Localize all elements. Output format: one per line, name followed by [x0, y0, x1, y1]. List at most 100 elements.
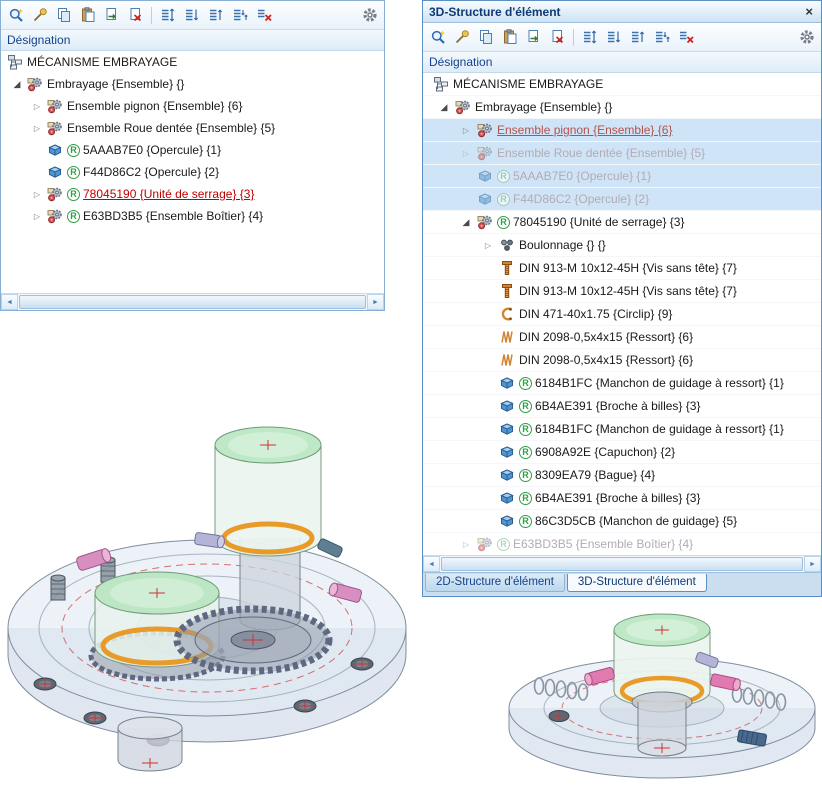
page-arrow-button[interactable] — [100, 4, 123, 27]
released-badge-icon: R — [67, 166, 80, 179]
tree-item[interactable]: ◢Embrayage {Ensemble} {} — [1, 73, 384, 95]
tree-item[interactable]: DIN 2098-0,5x4x15 {Ressort} {6} — [423, 326, 821, 349]
scrollbar-thumb[interactable] — [441, 557, 803, 571]
sort-down-button[interactable] — [602, 26, 625, 49]
scroll-right-button[interactable]: ► — [367, 294, 384, 310]
collapse-arrow-icon[interactable]: ◢ — [7, 79, 27, 90]
tree-item[interactable]: DIN 2098-0,5x4x15 {Ressort} {6} — [423, 349, 821, 372]
sort-all-button[interactable] — [156, 4, 179, 27]
tree-item[interactable]: R6184B1FC {Manchon de guidage à ressort}… — [423, 418, 821, 441]
filter-remove-button[interactable] — [252, 4, 275, 27]
search-button[interactable] — [426, 26, 449, 49]
sort-down-icon — [184, 7, 200, 23]
copy-button[interactable] — [474, 26, 497, 49]
sort-up-button[interactable] — [626, 26, 649, 49]
settings-gear-button[interactable] — [358, 4, 381, 27]
tree-item[interactable]: ▷R78045190 {Unité de serrage} {3} — [1, 183, 384, 205]
tree-item[interactable]: DIN 913-M 10x12-45H {Vis sans tête} {7} — [423, 280, 821, 303]
settings-gear-button[interactable] — [795, 26, 818, 49]
part-icon — [499, 375, 516, 391]
tab-2d-structure[interactable]: 2D-Structure d'élément — [425, 574, 565, 592]
page-arrow-button[interactable] — [522, 26, 545, 49]
collapse-arrow-icon[interactable]: ◢ — [455, 217, 477, 228]
pin-button[interactable] — [450, 26, 473, 49]
paste-button[interactable] — [498, 26, 521, 49]
collapse-arrow-icon[interactable]: ◢ — [433, 102, 455, 113]
tree-item-label: 6908A92E {Capuchon} {2} — [535, 445, 675, 459]
tree-item[interactable]: ▷RE63BD3B5 {Ensemble Boîtier} {4} — [423, 533, 821, 555]
tree-item[interactable]: DIN 913-M 10x12-45H {Vis sans tête} {7} — [423, 257, 821, 280]
sort-updown-button[interactable] — [228, 4, 251, 27]
clamping-unit-render — [497, 598, 822, 783]
scrollbar-track[interactable] — [440, 556, 804, 572]
filter-remove-button[interactable] — [674, 26, 697, 49]
pin-button[interactable] — [28, 4, 51, 27]
expand-arrow-icon[interactable]: ▷ — [455, 540, 477, 549]
expand-arrow-icon[interactable]: ▷ — [27, 190, 47, 199]
tree-item[interactable]: ▷Ensemble Roue dentée {Ensemble} {5} — [423, 142, 821, 165]
expand-arrow-icon[interactable]: ▷ — [27, 212, 47, 221]
expand-arrow-icon[interactable]: ▷ — [455, 149, 477, 158]
released-badge-icon: R — [497, 193, 510, 206]
tree-item[interactable]: R5AAAB7E0 {Opercule} {1} — [1, 139, 384, 161]
copy-icon — [478, 29, 494, 45]
tree-item[interactable]: RF44D86C2 {Opercule} {2} — [423, 188, 821, 211]
tree-item[interactable]: ▷ Ensemble Roue dentée {Ensemble} {5} — [1, 117, 384, 139]
tree-item[interactable]: ▷Boulonnage {} {} — [423, 234, 821, 257]
designation-header-label: Désignation — [7, 33, 70, 47]
tree-item[interactable]: ◢Embrayage {Ensemble} {} — [423, 96, 821, 119]
tab-3d-structure[interactable]: 3D-Structure d'élément — [567, 574, 707, 592]
horizontal-scrollbar[interactable]: ◄ ► — [1, 293, 384, 310]
sort-updown-icon — [232, 7, 248, 23]
tree-item[interactable]: ▷ Ensemble pignon {Ensemble} {6} — [423, 119, 821, 142]
tree-item[interactable]: R6B4AE391 {Broche à billes} {3} — [423, 487, 821, 510]
tree-item[interactable]: R6B4AE391 {Broche à billes} {3} — [423, 395, 821, 418]
tree-item[interactable]: R8309EA79 {Bague} {4} — [423, 464, 821, 487]
tree-item-label: Ensemble Roue dentée {Ensemble} {5} — [67, 121, 275, 135]
paste-icon — [502, 29, 518, 45]
tree-item[interactable]: R6184B1FC {Manchon de guidage à ressort}… — [423, 372, 821, 395]
main-3d-viewport[interactable] — [0, 388, 435, 783]
scroll-right-button[interactable]: ► — [804, 556, 821, 572]
boulonnage-icon — [499, 237, 516, 253]
sort-up-button[interactable] — [204, 4, 227, 27]
scrollbar-thumb[interactable] — [19, 295, 366, 309]
released-badge-icon: R — [519, 377, 532, 390]
sort-updown-button[interactable] — [650, 26, 673, 49]
paste-button[interactable] — [76, 4, 99, 27]
tree-item[interactable]: ◢R78045190 {Unité de serrage} {3} — [423, 211, 821, 234]
designation-column-header[interactable]: Désignation — [423, 52, 821, 73]
scrollbar-track[interactable] — [18, 294, 367, 310]
tree-item[interactable]: R86C3D5CB {Manchon de guidage} {5} — [423, 510, 821, 533]
sort-all-button[interactable] — [578, 26, 601, 49]
expand-arrow-icon[interactable]: ▷ — [27, 124, 47, 133]
tree-item[interactable]: ▷Ensemble pignon {Ensemble} {6} — [1, 95, 384, 117]
detail-3d-viewport[interactable] — [497, 598, 822, 783]
tree-item[interactable]: RF44D86C2 {Opercule} {2} — [1, 161, 384, 183]
close-button[interactable]: × — [803, 5, 815, 18]
page-remove-button[interactable] — [124, 4, 147, 27]
sort-down-button[interactable] — [180, 4, 203, 27]
panel-titlebar[interactable]: 3D-Structure d'élément × — [423, 1, 821, 23]
search-button[interactable] — [4, 4, 27, 27]
copy-button[interactable] — [52, 4, 75, 27]
designation-column-header[interactable]: Désignation — [1, 30, 384, 51]
page-remove-button[interactable] — [546, 26, 569, 49]
search-icon — [8, 7, 24, 23]
tree-item[interactable]: ▷RE63BD3B5 {Ensemble Boîtier} {4} — [1, 205, 384, 227]
tree-item[interactable]: MÉCANISME EMBRAYAGE — [423, 73, 821, 96]
expand-arrow-icon[interactable]: ▷ — [27, 102, 47, 111]
expand-arrow-icon[interactable]: ▷ — [455, 126, 477, 135]
tree-item[interactable]: DIN 471-40x1.75 {Circlip} {9} — [423, 303, 821, 326]
tree-item[interactable]: R6908A92E {Capuchon} {2} — [423, 441, 821, 464]
part-icon — [499, 513, 516, 529]
tree-item[interactable]: MÉCANISME EMBRAYAGE — [1, 51, 384, 73]
tree-item-label: Ensemble pignon {Ensemble} {6} — [497, 123, 672, 137]
tree-item-label: DIN 2098-0,5x4x15 {Ressort} {6} — [519, 330, 693, 344]
expand-arrow-icon[interactable]: ▷ — [477, 241, 499, 250]
assembly-icon — [477, 122, 494, 138]
tree-item[interactable]: R5AAAB7E0 {Opercule} {1} — [423, 165, 821, 188]
scroll-left-button[interactable]: ◄ — [1, 294, 18, 310]
horizontal-scrollbar[interactable]: ◄ ► — [423, 555, 821, 572]
pin-icon — [454, 29, 470, 45]
